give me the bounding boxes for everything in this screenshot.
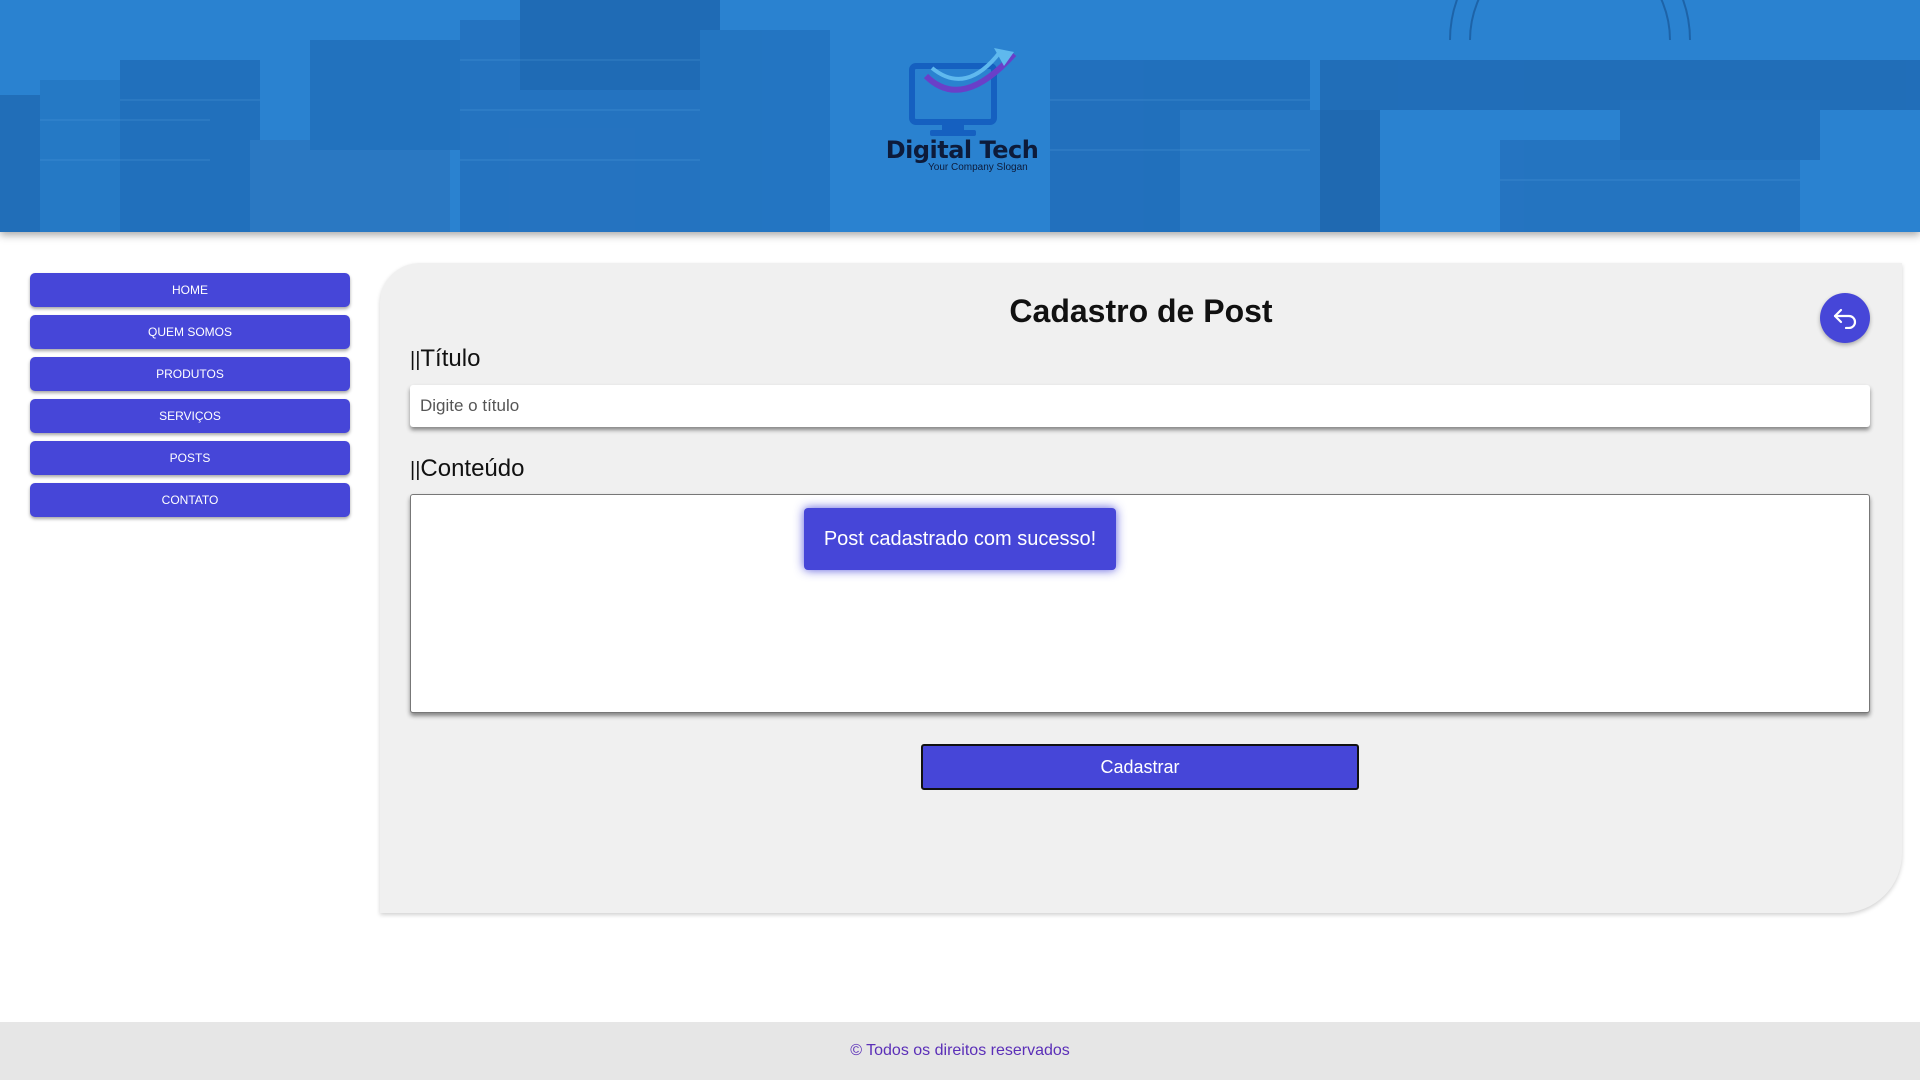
- content-textarea[interactable]: [410, 494, 1870, 713]
- sidebar-item-quem-somos[interactable]: QUEM SOMOS: [30, 315, 350, 349]
- sidebar-nav: HOME QUEM SOMOS PRODUTOS SERVIÇOS POSTS …: [30, 273, 350, 525]
- footer: © Todos os direitos reservados: [0, 1022, 1920, 1080]
- company-logo[interactable]: Digital Tech Your Company Slogan: [882, 46, 1042, 178]
- header-banner: Digital Tech Your Company Slogan: [0, 0, 1920, 232]
- title-input[interactable]: [410, 385, 1870, 427]
- title-label-text: Título: [420, 345, 481, 372]
- sidebar-item-contato[interactable]: CONTATO: [30, 483, 350, 517]
- success-toast: Post cadastrado com sucesso!: [804, 508, 1116, 570]
- return-arrow-icon: [1833, 308, 1857, 329]
- submit-button[interactable]: Cadastrar: [921, 744, 1359, 790]
- sidebar-item-servicos[interactable]: SERVIÇOS: [30, 399, 350, 433]
- monitor-logo-icon: [909, 48, 1017, 136]
- content-field-label: ||Conteúdo: [410, 455, 524, 483]
- sidebar-item-posts[interactable]: POSTS: [30, 441, 350, 475]
- logo-title: Digital Tech: [885, 136, 1039, 164]
- logo-slogan: Your Company Slogan: [928, 162, 1028, 173]
- copyright-text: © Todos os direitos reservados: [850, 1042, 1070, 1059]
- title-field-label: ||Título: [410, 345, 480, 373]
- page-title: Cadastro de Post: [1009, 293, 1273, 329]
- label-marker-icon: ||: [410, 459, 421, 481]
- sidebar-item-produtos[interactable]: PRODUTOS: [30, 357, 350, 391]
- label-marker-icon: ||: [410, 349, 421, 371]
- post-form-panel: Cadastro de Post ||Título ||Conteúdo Pos…: [380, 263, 1902, 913]
- content-label-text: Conteúdo: [420, 455, 525, 482]
- back-button[interactable]: [1820, 293, 1870, 343]
- sidebar-item-home[interactable]: HOME: [30, 273, 350, 307]
